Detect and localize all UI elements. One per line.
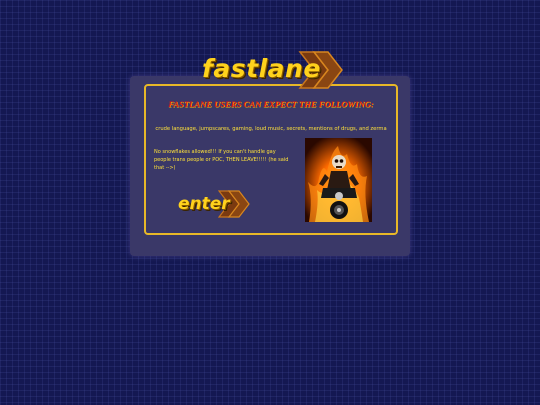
content-panel: FASTLANE USERS CAN EXPECT THE FOLLOWING:… [130, 76, 410, 256]
skeleton-biker-illustration [305, 138, 372, 222]
logo-text: fastlane [202, 54, 321, 83]
warning-message: No snowflakes allowed!!! If you can't ha… [154, 149, 289, 171]
headline: FASTLANE USERS CAN EXPECT THE FOLLOWING: [168, 99, 374, 109]
enter-button[interactable]: enter [178, 190, 250, 220]
content-frame: FASTLANE USERS CAN EXPECT THE FOLLOWING:… [144, 84, 398, 235]
content-warnings-list: crude language, jumpscares, gaming, loud… [155, 126, 387, 132]
enter-label: enter [178, 194, 230, 214]
skeleton-biker-image [305, 138, 372, 222]
